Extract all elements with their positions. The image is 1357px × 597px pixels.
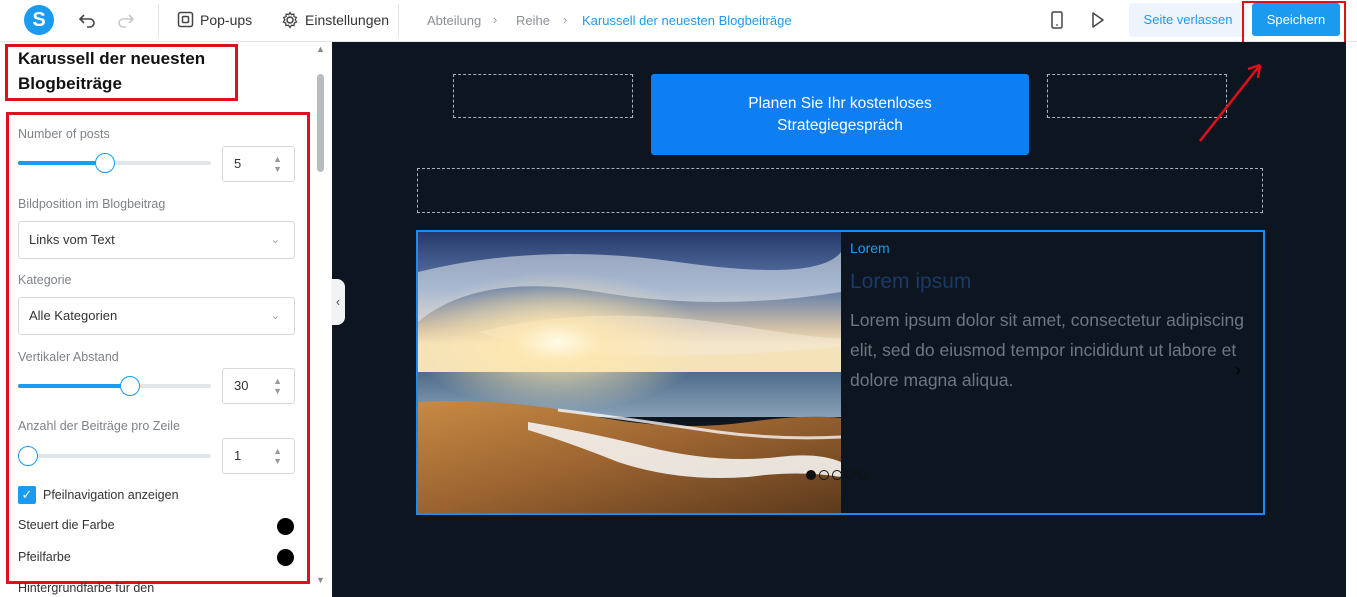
empty-column-placeholder[interactable] <box>453 74 633 118</box>
mobile-preview-icon[interactable] <box>1047 10 1067 30</box>
panel-scrollbar[interactable]: ▲ ▼ <box>314 42 328 597</box>
panel-title: Karussell der neuesten Blogbeiträge <box>18 49 206 93</box>
collapse-panel-chevron-icon[interactable]: ‹ <box>331 279 345 325</box>
post-excerpt: Lorem ipsum dolor sit amet, consectetur … <box>850 310 1244 390</box>
top-toolbar: S Pop-ups Einstellungen Abteilung › Reih… <box>0 0 1357 49</box>
image-position-select[interactable]: Links vom Text ⌄ <box>18 221 295 259</box>
empty-row-placeholder[interactable] <box>417 168 1263 213</box>
annotation-arrow-icon <box>1199 63 1262 142</box>
redo-icon[interactable] <box>116 10 136 30</box>
popups-button[interactable]: Pop-ups <box>177 11 252 28</box>
carousel-dot[interactable] <box>819 470 829 480</box>
post-title[interactable]: Lorem ipsum <box>850 270 971 294</box>
breadcrumb-chevron-icon: › <box>493 12 498 27</box>
number-of-posts-slider[interactable] <box>18 153 211 173</box>
arrow-color-swatch[interactable] <box>277 549 294 566</box>
breadcrumb-chevron-icon: › <box>563 12 568 27</box>
scroll-down-icon[interactable]: ▼ <box>316 575 325 585</box>
stepper-arrows-icon[interactable]: ▲ ▼ <box>273 446 282 466</box>
category-label: Kategorie <box>18 273 72 287</box>
slider-fill <box>18 161 105 165</box>
slider-fill <box>18 384 130 388</box>
carousel-dot[interactable] <box>832 470 842 480</box>
posts-per-row-input[interactable]: 1 ▲ ▼ <box>222 438 295 474</box>
slider-handle[interactable] <box>95 153 115 173</box>
breadcrumb-item[interactable]: Abteilung <box>427 13 481 28</box>
number-of-posts-label: Number of posts <box>18 127 110 141</box>
popup-icon <box>177 11 194 28</box>
leave-page-button[interactable]: Seite verlassen <box>1129 3 1247 37</box>
category-select[interactable]: Alle Kategorien ⌄ <box>18 297 295 335</box>
controls-color-label: Steuert die Farbe <box>18 518 115 532</box>
settings-button[interactable]: Einstellungen <box>281 11 389 29</box>
vertical-spacing-slider[interactable] <box>18 376 211 396</box>
carousel-next-icon[interactable]: › <box>1235 360 1241 381</box>
carousel-dot[interactable] <box>858 470 868 480</box>
undo-icon[interactable] <box>77 10 97 30</box>
show-arrows-label: Pfeilnavigation anzeigen <box>43 488 179 502</box>
posts-per-row-slider[interactable] <box>18 446 211 466</box>
chevron-down-icon: ⌄ <box>270 310 280 322</box>
settings-highlight-frame <box>6 112 310 584</box>
number-of-posts-value: 5 <box>234 156 242 171</box>
play-preview-icon[interactable] <box>1087 10 1107 30</box>
gear-icon <box>282 11 298 29</box>
arrow-color-label: Pfeilfarbe <box>18 550 71 564</box>
image-position-label: Bildposition im Blogbeitrag <box>18 197 166 211</box>
app-logo[interactable]: S <box>24 5 54 35</box>
posts-per-row-value: 1 <box>234 448 242 463</box>
blog-carousel[interactable]: Lorem Lorem ipsum Lorem ipsum dolor sit … <box>416 230 1265 515</box>
settings-label: Einstellungen <box>305 12 390 28</box>
post-category[interactable]: Lorem <box>850 240 890 256</box>
vertical-spacing-input[interactable]: 30 ▲ ▼ <box>222 368 295 404</box>
category-value: Alle Kategorien <box>29 308 118 323</box>
vertical-spacing-label: Vertikaler Abstand <box>18 350 119 364</box>
chevron-down-icon: ⌄ <box>270 234 280 246</box>
background-color-label: Hintergrundfarbe für den <box>18 581 155 595</box>
settings-panel: Karussell der neuesten Blogbeiträge Numb… <box>0 42 332 597</box>
show-arrows-checkbox[interactable]: ✓ <box>18 486 36 504</box>
window-edge <box>1346 42 1357 597</box>
number-of-posts-input[interactable]: 5 ▲ ▼ <box>222 146 295 182</box>
stepper-arrows-icon[interactable]: ▲ ▼ <box>273 376 282 396</box>
posts-per-row-label: Anzahl der Beiträge pro Zeile <box>18 419 180 433</box>
slider-handle[interactable] <box>18 446 38 466</box>
breadcrumb-current: Karussell der neuesten Blogbeiträge <box>582 13 792 28</box>
image-position-value: Links vom Text <box>29 232 115 247</box>
carousel-dots[interactable] <box>806 470 868 480</box>
stepper-arrows-icon[interactable]: ▲ ▼ <box>273 154 282 174</box>
scrollbar-thumb[interactable] <box>317 74 324 172</box>
carousel-dot[interactable] <box>845 470 855 480</box>
carousel-dot[interactable] <box>806 470 816 480</box>
cta-button[interactable]: Planen Sie Ihr kostenloses Strategiegesp… <box>651 74 1029 155</box>
post-image <box>418 232 841 513</box>
slider-handle[interactable] <box>120 376 140 396</box>
vertical-spacing-value: 30 <box>234 378 249 393</box>
popups-label: Pop-ups <box>200 11 253 28</box>
breadcrumb-item[interactable]: Reihe <box>516 13 550 28</box>
scroll-up-icon[interactable]: ▲ <box>316 44 325 54</box>
controls-color-swatch[interactable] <box>277 518 294 535</box>
